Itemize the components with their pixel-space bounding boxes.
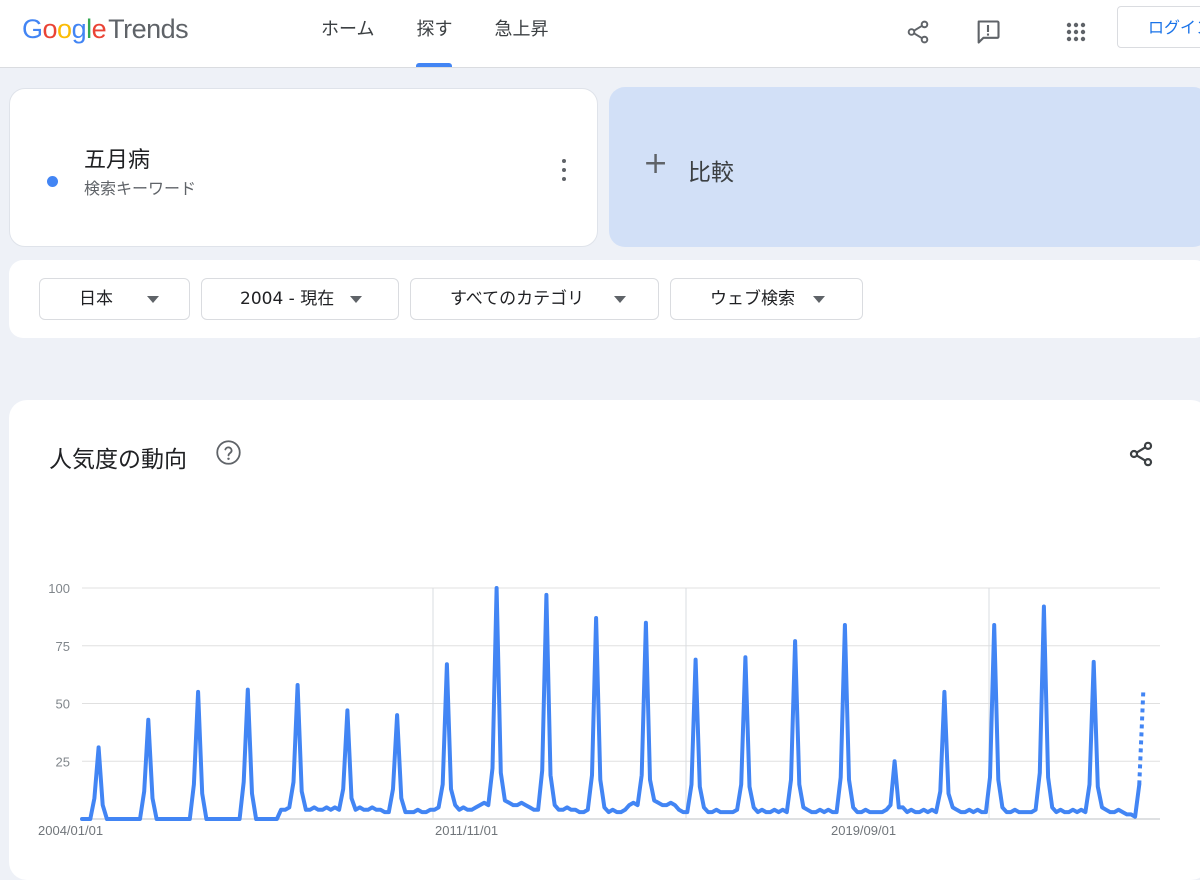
share-icon[interactable] [900, 14, 936, 50]
filter-search-type-label: ウェブ検索 [710, 289, 795, 309]
caret-down-icon [350, 296, 362, 303]
plus-icon: + [643, 146, 669, 181]
filter-search-type[interactable]: ウェブ検索 [670, 278, 863, 320]
filter-region-label: 日本 [79, 289, 113, 309]
y-tick-label: 100 [48, 581, 70, 596]
caret-down-icon [813, 296, 825, 303]
filter-category-label: すべてのカテゴリ [450, 289, 585, 309]
x-tick-label: 2011/11/01 [435, 823, 498, 838]
y-tick-label: 75 [56, 639, 70, 654]
caret-down-icon [147, 296, 159, 303]
tab-home[interactable]: ホーム [300, 0, 395, 67]
login-button[interactable]: ログイン [1117, 6, 1200, 48]
caret-down-icon [614, 296, 626, 303]
compare-label: 比較 [688, 160, 734, 186]
add-compare-button[interactable]: + 比較 [609, 87, 1200, 247]
search-term-title: 五月病 [84, 148, 151, 173]
tab-explore[interactable]: 探す [395, 0, 473, 67]
more-vert-icon[interactable] [554, 156, 574, 184]
y-tick-label: 25 [56, 754, 70, 769]
filter-time-range[interactable]: 2004 - 現在 [201, 278, 399, 320]
x-tick-label: 2004/01/01 [38, 823, 103, 838]
interest-line-chart[interactable]: 25 50 75 100 2004/01/01 2011/11/01 2019/09/01 [0, 400, 1200, 872]
series-color-dot [47, 176, 58, 187]
y-tick-label: 50 [56, 697, 70, 712]
series-partial-line [1137, 691, 1146, 785]
feedback-icon[interactable] [970, 14, 1006, 50]
google-trends-logo[interactable]: GoogleTrends [22, 14, 189, 45]
filter-bar: 日本 2004 - 現在 すべてのカテゴリ ウェブ検索 [9, 260, 1200, 338]
apps-grid-icon[interactable] [1058, 14, 1094, 50]
filter-time-label: 2004 - 現在 [240, 289, 335, 309]
filter-region[interactable]: 日本 [39, 278, 190, 320]
main-nav: ホーム 探す 急上昇 [300, 0, 569, 67]
search-term-card[interactable]: 五月病 検索キーワード [9, 88, 598, 247]
tab-trending[interactable]: 急上昇 [473, 0, 569, 67]
top-bar: GoogleTrends ホーム 探す 急上昇 ログイン [0, 0, 1200, 68]
filter-category[interactable]: すべてのカテゴリ [410, 278, 659, 320]
search-term-type: 検索キーワード [84, 179, 197, 198]
x-tick-label: 2019/09/01 [831, 823, 896, 838]
